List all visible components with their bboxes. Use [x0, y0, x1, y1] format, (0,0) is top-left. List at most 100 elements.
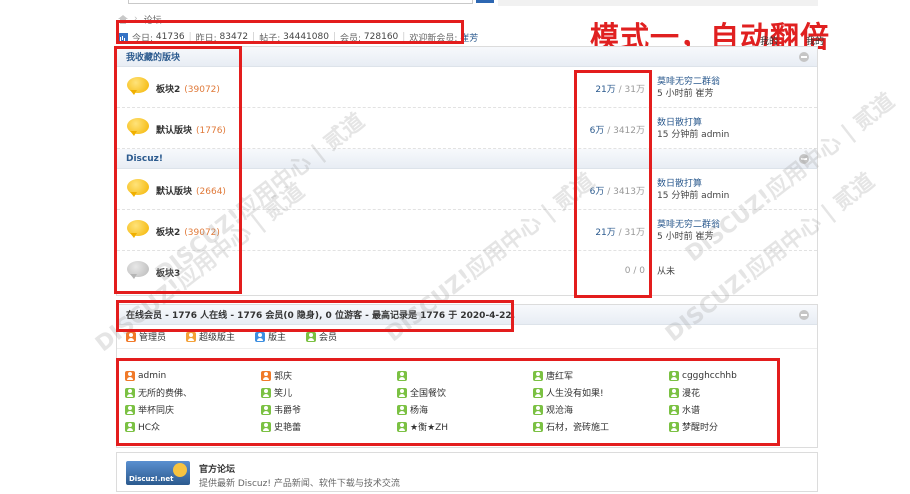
- forum-last-post: 数日散打算 15 分钟前 admin: [657, 178, 729, 202]
- forum-row[interactable]: 默认版块 (2664) 6万 / 3413万 数日散打算 15 分钟前 admin: [117, 169, 817, 210]
- online-user[interactable]: 郭庆: [261, 367, 397, 384]
- admin-user-icon: [261, 370, 271, 381]
- category-title[interactable]: Discuz!: [126, 154, 163, 164]
- member-user-icon: [397, 421, 407, 432]
- stat-today-label: 今日:: [132, 33, 154, 44]
- online-user-name[interactable]: HC众: [138, 420, 160, 433]
- online-user-name[interactable]: 石材，瓷砖施工: [546, 420, 609, 433]
- member-user-icon: [125, 387, 135, 398]
- forum-name[interactable]: 板块2: [156, 228, 180, 238]
- category-title[interactable]: 我收藏的版块: [126, 50, 180, 63]
- online-user-name[interactable]: 笑儿: [274, 386, 292, 399]
- member-user-icon: [669, 404, 679, 415]
- forum-name[interactable]: 板块3: [156, 269, 180, 279]
- stat-divider: |: [402, 32, 406, 42]
- online-header: 在线会员 - 1776 人在线 - 1776 会员(0 隐身), 0 位游客 -…: [117, 305, 817, 325]
- last-post-meta: 5 小时前 崔芳: [657, 232, 714, 242]
- collapse-icon[interactable]: [799, 52, 809, 62]
- online-user-name[interactable]: 人生没有如果!: [546, 386, 604, 399]
- forum-name[interactable]: 默认版块: [156, 187, 192, 197]
- forum-today-count: (2664): [196, 187, 226, 197]
- online-user[interactable]: 史艳蕾: [261, 418, 397, 435]
- forum-list: 我收藏的版块 板块2 (39072) 21万 / 31万 莫啡无穷二群翁 5 小时前…: [116, 46, 818, 296]
- online-user-name[interactable]: 水谱: [682, 403, 700, 416]
- online-user-name[interactable]: 无所的费佛、: [138, 386, 192, 399]
- online-user[interactable]: 梦醒时分: [669, 418, 805, 435]
- online-user-name[interactable]: cggghcchhb: [682, 371, 737, 381]
- online-user[interactable]: 观沧海: [533, 401, 669, 418]
- last-post-meta: 5 小时前 崔芳: [657, 89, 714, 99]
- member-user-icon: [533, 370, 543, 381]
- member-user-icon: [306, 331, 317, 342]
- online-user-name[interactable]: 梦醒时分: [682, 420, 718, 433]
- legend-label: 超级版主: [199, 333, 236, 343]
- search-button[interactable]: [476, 0, 494, 3]
- search-input[interactable]: [128, 0, 473, 4]
- online-user-name[interactable]: 举杯同庆: [138, 403, 174, 416]
- admin-user-icon: [126, 331, 136, 342]
- online-user-name[interactable]: ★衡★ZH: [410, 420, 448, 433]
- online-user-name[interactable]: 韦爵爷: [274, 403, 301, 416]
- online-user-name[interactable]: 郭庆: [274, 369, 292, 382]
- stat-yesterday: 83472: [219, 32, 249, 42]
- legend-member: 会员: [306, 330, 337, 343]
- forum-stats: 今日: 41736 | 昨日: 83472 | 帖子: 34441080 | 会…: [118, 30, 478, 44]
- official-title[interactable]: 官方论坛: [199, 462, 235, 475]
- forum-row[interactable]: 板块2 (39072) 21万 / 31万 莫啡无穷二群翁 5 小时前 崔芳: [117, 67, 817, 108]
- online-user[interactable]: admin: [125, 367, 261, 384]
- category-header: 我收藏的版块: [117, 47, 817, 67]
- discuz-logo[interactable]: Discuz!.net: [126, 461, 190, 485]
- forum-name[interactable]: 板块2: [156, 85, 180, 95]
- online-user[interactable]: 人生没有如果!: [533, 384, 669, 401]
- member-user-icon: [533, 404, 543, 415]
- online-user[interactable]: 石材，瓷砖施工: [533, 418, 669, 435]
- online-user-name[interactable]: admin: [138, 371, 166, 381]
- online-summary[interactable]: 在线会员 - 1776 人在线 - 1776 会员(0 隐身), 0 位游客 -…: [126, 308, 515, 321]
- category-header: Discuz!: [117, 149, 817, 169]
- member-user-icon: [533, 421, 543, 432]
- forum-new-icon: [127, 118, 149, 136]
- last-post-title[interactable]: 数日散打算: [657, 117, 729, 129]
- online-user[interactable]: 韦爵爷: [261, 401, 397, 418]
- newest-member-link[interactable]: 崔芳: [460, 31, 478, 44]
- online-user[interactable]: ★衡★ZH: [397, 418, 533, 435]
- online-user-name[interactable]: 观沧海: [546, 403, 573, 416]
- forum-new-icon: [127, 220, 149, 238]
- home-icon[interactable]: [118, 14, 128, 24]
- breadcrumb-separator: ›: [134, 14, 138, 24]
- forum-last-post: 莫啡无穷二群翁 5 小时前 崔芳: [657, 76, 720, 100]
- online-user[interactable]: 漫花: [669, 384, 805, 401]
- forum-row[interactable]: 默认版块 (1776) 6万 / 3412万 数日散打算 15 分钟前 admin: [117, 108, 817, 149]
- official-forum-link[interactable]: Discuz!.net 官方论坛 提供最新 Discuz! 产品新闻、软件下载与…: [116, 452, 818, 492]
- online-user[interactable]: HC众: [125, 418, 261, 435]
- top-toolbar: [128, 0, 818, 6]
- forum-stats-cell: 21万 / 31万: [595, 228, 645, 238]
- online-user[interactable]: 笑儿: [261, 384, 397, 401]
- online-user[interactable]: 杨海: [397, 401, 533, 418]
- stat-divider: |: [252, 32, 256, 42]
- online-user-name[interactable]: 全国餐饮: [410, 386, 446, 399]
- online-user[interactable]: 水谱: [669, 401, 805, 418]
- member-user-icon: [397, 387, 407, 398]
- forum-threads: 6万: [589, 187, 605, 197]
- collapse-icon[interactable]: [799, 154, 809, 164]
- online-user-list: admin 郭庆 唐红军 cggghcchhb 无所的费佛、 笑儿 全国餐饮 人生没有如果! 漫…: [125, 367, 805, 435]
- online-user[interactable]: 无所的费佛、: [125, 384, 261, 401]
- online-user-name[interactable]: 史艳蕾: [274, 420, 301, 433]
- online-user-name[interactable]: 漫花: [682, 386, 700, 399]
- forum-row[interactable]: 板块3 0 / 0 从未: [117, 251, 817, 292]
- forum-no-new-icon: [127, 261, 149, 279]
- online-user[interactable]: cggghcchhb: [669, 367, 805, 384]
- online-user[interactable]: [397, 367, 533, 384]
- online-user[interactable]: 举杯同庆: [125, 401, 261, 418]
- last-post-title[interactable]: 数日散打算: [657, 178, 729, 190]
- online-user-name[interactable]: 杨海: [410, 403, 428, 416]
- forum-row[interactable]: 板块2 (39072) 21万 / 31万 莫啡无穷二群翁 5 小时前 崔芳: [117, 210, 817, 251]
- forum-name[interactable]: 默认版块: [156, 126, 192, 136]
- online-user-name[interactable]: 唐红军: [546, 369, 573, 382]
- online-user[interactable]: 全国餐饮: [397, 384, 533, 401]
- last-post-title[interactable]: 莫啡无穷二群翁: [657, 76, 720, 88]
- last-post-title[interactable]: 莫啡无穷二群翁: [657, 219, 720, 231]
- online-user[interactable]: 唐红军: [533, 367, 669, 384]
- collapse-icon[interactable]: [799, 310, 809, 320]
